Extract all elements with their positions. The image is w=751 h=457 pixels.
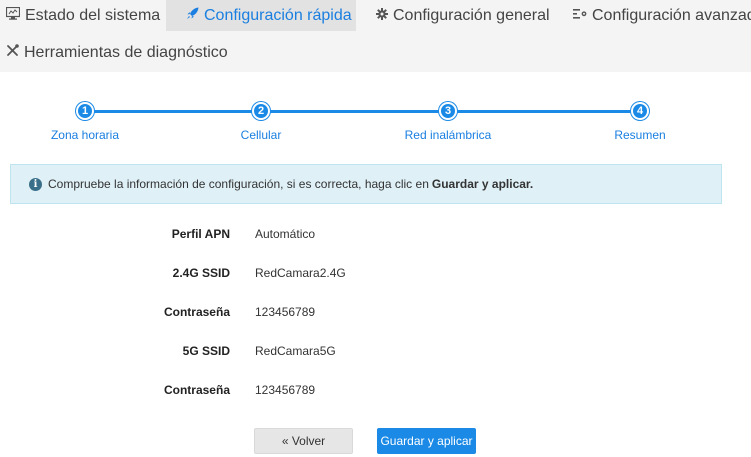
step-number: 1 [76,102,94,120]
rocket-icon [186,7,199,25]
summary-key: Contraseña [163,383,230,397]
summary-row: Contraseña 123456789 [0,305,751,325]
monitor-icon [5,6,21,25]
step-number: 2 [252,102,270,120]
step-label: Cellular [240,128,282,142]
step-label: Resumen [614,128,666,142]
tab-label: Configuración general [393,6,550,24]
alert-text: Compruebe la información de configuració… [48,177,429,191]
summary-value: 123456789 [255,383,316,397]
back-button[interactable]: « Volver [254,428,353,454]
summary-key: Perfil APN [171,227,230,241]
step-label: Red inalámbrica [404,128,492,142]
summary-key: 2.4G SSID [172,266,230,280]
step-number: 3 [439,102,457,120]
tab-label: Configuración rápida [204,6,352,24]
tab-estado-del-sistema[interactable]: Estado del sistema [5,0,161,31]
tab-configuracion-avanzada[interactable]: Configuración avanzada [573,0,751,31]
sliders-icon [573,7,587,25]
tools-icon [6,43,19,62]
summary-key: 5G SSID [182,344,230,358]
save-and-apply-button[interactable]: Guardar y aplicar [377,428,476,454]
wizard-stepper: 1 Zona horaria 2 Cellular 3 Red inalámbr… [0,100,751,150]
alert-bold-text: Guardar y aplicar. [431,177,534,191]
step-label: Zona horaria [50,128,120,142]
summary-row: Contraseña 123456789 [0,383,751,403]
tab-label: Estado del sistema [25,6,161,24]
gear-icon [376,7,388,25]
tab-configuracion-rapida[interactable]: Configuración rápida [166,0,356,31]
summary-value: RedCamara2.4G [255,266,346,280]
summary-value: 123456789 [255,305,316,319]
info-icon: i [29,177,42,191]
tab-configuracion-general[interactable]: Configuración general [376,0,550,31]
tab-label: Herramientas de diagnóstico [24,43,228,61]
info-alert: i Compruebe la información de configurac… [10,164,722,204]
summary-value: RedCamara5G [255,344,336,358]
page: Estado del sistema Configuración rápida … [0,0,751,457]
summary-row: 2.4G SSID RedCamara2.4G [0,266,751,286]
top-navigation: Estado del sistema Configuración rápida … [0,0,751,72]
summary-value: Automático [255,227,316,241]
tab-label: Configuración avanzada [592,6,751,24]
summary-row: 5G SSID RedCamara5G [0,344,751,364]
stepper-progress-line [85,110,640,113]
summary-row: Perfil APN Automático [0,227,751,247]
tab-herramientas-de-diagnostico[interactable]: Herramientas de diagnóstico [6,37,228,68]
summary-key: Contraseña [163,305,230,319]
step-number: 4 [631,102,649,120]
